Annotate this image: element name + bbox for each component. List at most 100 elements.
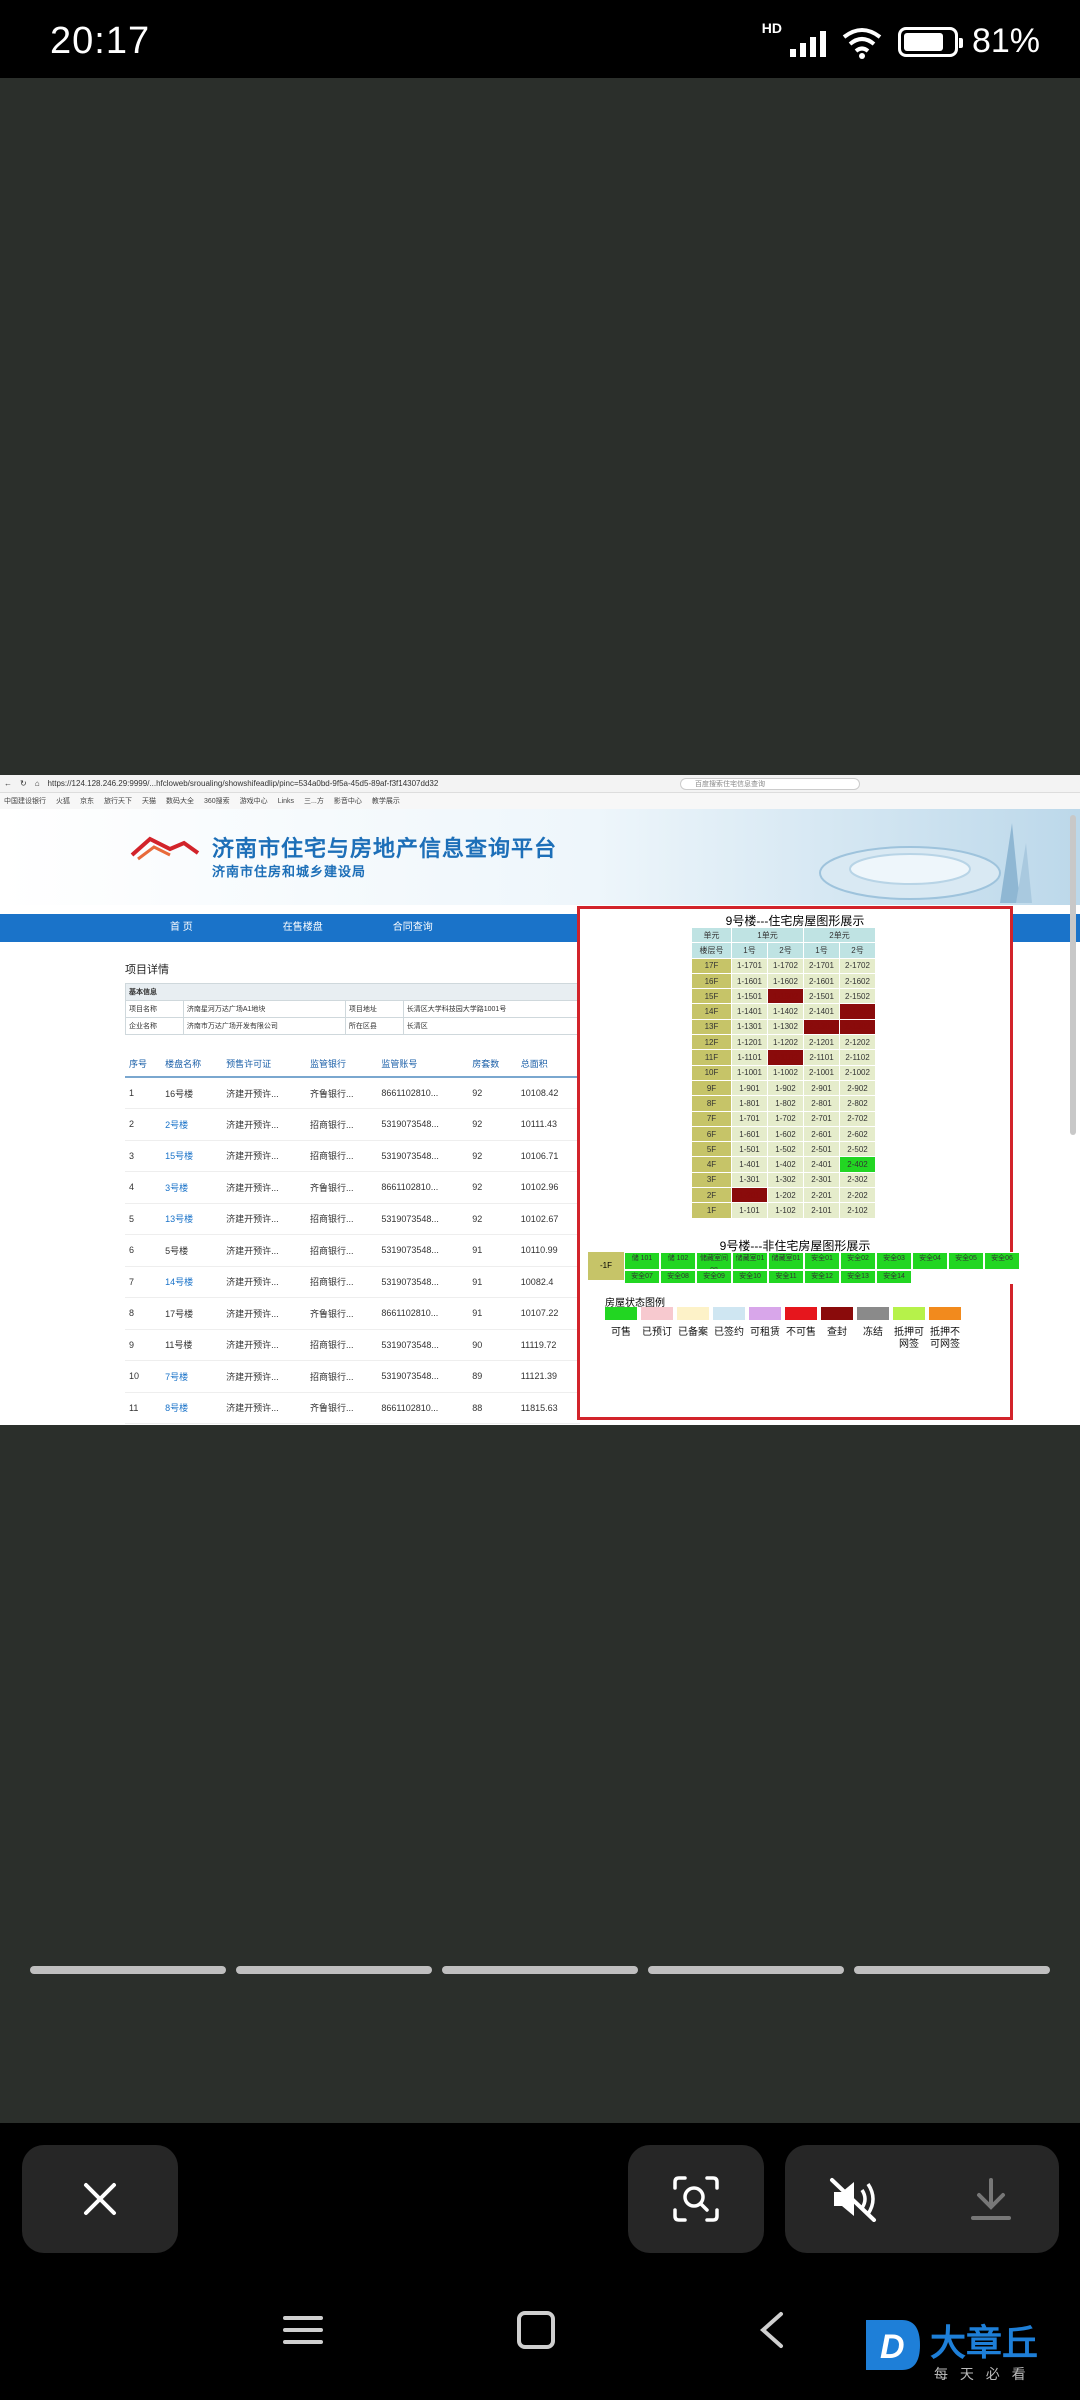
menu-icon[interactable]	[283, 2310, 323, 2350]
nonres-cell[interactable]: 安全02	[840, 1252, 876, 1270]
room-cell[interactable]: 2-1001	[803, 1064, 840, 1081]
room-cell[interactable]: 1-101	[731, 1202, 768, 1219]
room-cell[interactable]: 1-601	[731, 1125, 768, 1143]
building-name-link[interactable]: 17号楼	[161, 1297, 223, 1330]
building-name-link[interactable]: 8号楼	[161, 1392, 223, 1424]
building-name-link[interactable]: 7号楼	[161, 1360, 223, 1393]
nonres-cell[interactable]: 安全10	[732, 1270, 768, 1284]
table-row[interactable]: 1 16号楼 济建开预许... 齐鲁银行... 8661102810... 92 10108…	[125, 1077, 580, 1109]
room-cell[interactable]: 2-1301	[803, 1018, 840, 1036]
room-cell[interactable]: 1-701	[731, 1110, 768, 1127]
nonres-cell[interactable]: 储藏室01	[768, 1252, 804, 1270]
home-square-icon[interactable]	[516, 2310, 556, 2350]
nav-on-sale[interactable]: 在售楼盘	[283, 914, 323, 942]
building-name-link[interactable]: 16号楼	[161, 1077, 223, 1109]
room-cell[interactable]: 2-1302	[839, 1018, 876, 1036]
room-cell[interactable]: 2-201	[803, 1187, 840, 1204]
bookmark-item[interactable]: 火狐	[56, 796, 70, 806]
room-cell[interactable]: 2-401	[803, 1156, 840, 1173]
room-cell[interactable]: 2-602	[839, 1125, 876, 1143]
table-row[interactable]: 10 7号楼 济建开预许... 招商银行... 5319073548... 89 11121…	[125, 1360, 580, 1393]
room-cell[interactable]: 1-802	[767, 1095, 804, 1112]
nonres-cell[interactable]: 安全12	[804, 1270, 840, 1284]
room-cell[interactable]: 1-1302	[767, 1018, 804, 1036]
nonres-cell[interactable]: 安全05	[948, 1252, 984, 1270]
room-cell[interactable]: 1-202	[767, 1187, 804, 1204]
nonres-cell[interactable]: 储藏室间08	[696, 1252, 732, 1270]
room-cell[interactable]: 2-802	[839, 1095, 876, 1112]
bookmark-item[interactable]: 游戏中心	[240, 796, 268, 806]
nonres-cell[interactable]: 安全14	[876, 1270, 912, 1284]
room-cell[interactable]: 1-1102	[767, 1049, 804, 1066]
building-name-link[interactable]: 2号楼	[161, 1108, 223, 1141]
room-cell[interactable]: 2-1701	[803, 957, 840, 974]
room-cell[interactable]: 2-1402	[839, 1003, 876, 1020]
nonres-cell[interactable]: 安全07	[624, 1270, 660, 1284]
room-cell[interactable]: 2-702	[839, 1110, 876, 1127]
room-cell[interactable]: 2-1401	[803, 1003, 840, 1020]
room-cell[interactable]: 1-502	[767, 1141, 804, 1158]
building-name-link[interactable]: 11号楼	[161, 1329, 223, 1361]
room-cell[interactable]: 1-801	[731, 1095, 768, 1112]
room-cell[interactable]: 1-902	[767, 1079, 804, 1097]
room-cell[interactable]: 2-101	[803, 1202, 840, 1219]
room-cell[interactable]: 2-601	[803, 1125, 840, 1143]
lens-button[interactable]	[628, 2145, 764, 2253]
room-cell[interactable]: 1-1701	[731, 957, 768, 974]
room-cell[interactable]: 2-1002	[839, 1064, 876, 1081]
table-row[interactable]: 7 14号楼 济建开预许... 招商银行... 5319073548... 91 10082…	[125, 1266, 580, 1298]
table-row[interactable]: 5 13号楼 济建开预许... 招商银行... 5319073548... 92 10102…	[125, 1203, 580, 1235]
bookmark-item[interactable]: Links	[278, 798, 294, 805]
room-cell[interactable]: 2-1602	[839, 972, 876, 990]
room-cell[interactable]: 1-1101	[731, 1049, 768, 1066]
room-cell[interactable]: 1-1702	[767, 957, 804, 974]
nonres-cell[interactable]	[948, 1270, 984, 1284]
room-cell[interactable]: 2-202	[839, 1187, 876, 1204]
back-arrow-icon[interactable]	[755, 2310, 791, 2350]
room-cell[interactable]: 2-902	[839, 1079, 876, 1097]
room-cell[interactable]: 2-102	[839, 1202, 876, 1219]
room-cell[interactable]: 1-1201	[731, 1034, 768, 1051]
room-cell[interactable]: 2-402	[839, 1156, 876, 1173]
room-cell[interactable]: 1-1401	[731, 1003, 768, 1020]
bookmark-item[interactable]: 教学展示	[372, 796, 400, 806]
room-cell[interactable]: 1-1001	[731, 1064, 768, 1081]
bookmark-item[interactable]: 三...方	[304, 796, 324, 806]
room-cell[interactable]: 2-1102	[839, 1049, 876, 1066]
bookmark-item[interactable]: 天猫	[142, 796, 156, 806]
room-cell[interactable]: 2-1601	[803, 972, 840, 990]
room-cell[interactable]: 1-1502	[767, 988, 804, 1005]
screenshot-image[interactable]: ← ↻ ⌂ https://124.128.246.29:9999/...hfc…	[0, 775, 1080, 1425]
room-cell[interactable]: 1-602	[767, 1125, 804, 1143]
nonres-cell[interactable]: 安全11	[768, 1270, 804, 1284]
building-name-link[interactable]: 5号楼	[161, 1234, 223, 1267]
room-cell[interactable]: 2-1201	[803, 1034, 840, 1051]
room-cell[interactable]: 1-1402	[767, 1003, 804, 1020]
room-cell[interactable]: 1-102	[767, 1202, 804, 1219]
nonres-cell[interactable]	[912, 1270, 948, 1284]
room-cell[interactable]: 1-1301	[731, 1018, 768, 1036]
building-name-link[interactable]: 3号楼	[161, 1171, 223, 1204]
room-cell[interactable]: 1-702	[767, 1110, 804, 1127]
bookmark-item[interactable]: 数码大全	[166, 796, 194, 806]
room-cell[interactable]: 1-1501	[731, 988, 768, 1005]
table-row[interactable]: 3 15号楼 济建开预许... 招商银行... 5319073548... 92 10106…	[125, 1140, 580, 1172]
room-cell[interactable]: 2-301	[803, 1171, 840, 1189]
table-row[interactable]: 11 8号楼 济建开预许... 齐鲁银行... 8661102810... 88 11815…	[125, 1392, 580, 1424]
nonres-cell[interactable]: 安全09	[696, 1270, 732, 1284]
nonres-cell[interactable]: 安全01	[804, 1252, 840, 1270]
table-row[interactable]: 8 17号楼 济建开预许... 齐鲁银行... 8661102810... 91 10107…	[125, 1297, 580, 1330]
room-cell[interactable]: 2-302	[839, 1171, 876, 1189]
bookmark-item[interactable]: 京东	[80, 796, 94, 806]
room-cell[interactable]: 2-501	[803, 1141, 840, 1158]
bookmark-item[interactable]: 旅行天下	[104, 796, 132, 806]
room-cell[interactable]: 2-1101	[803, 1049, 840, 1066]
room-cell[interactable]: 2-901	[803, 1079, 840, 1097]
nonres-cell[interactable]: 储藏室01	[732, 1252, 768, 1270]
nonres-cell[interactable]: 安全13	[840, 1270, 876, 1284]
room-cell[interactable]: 2-1202	[839, 1034, 876, 1051]
room-cell[interactable]: 1-901	[731, 1079, 768, 1097]
room-cell[interactable]: 2-1502	[839, 988, 876, 1005]
building-name-link[interactable]: 15号楼	[161, 1140, 223, 1172]
room-cell[interactable]: 1-301	[731, 1171, 768, 1189]
